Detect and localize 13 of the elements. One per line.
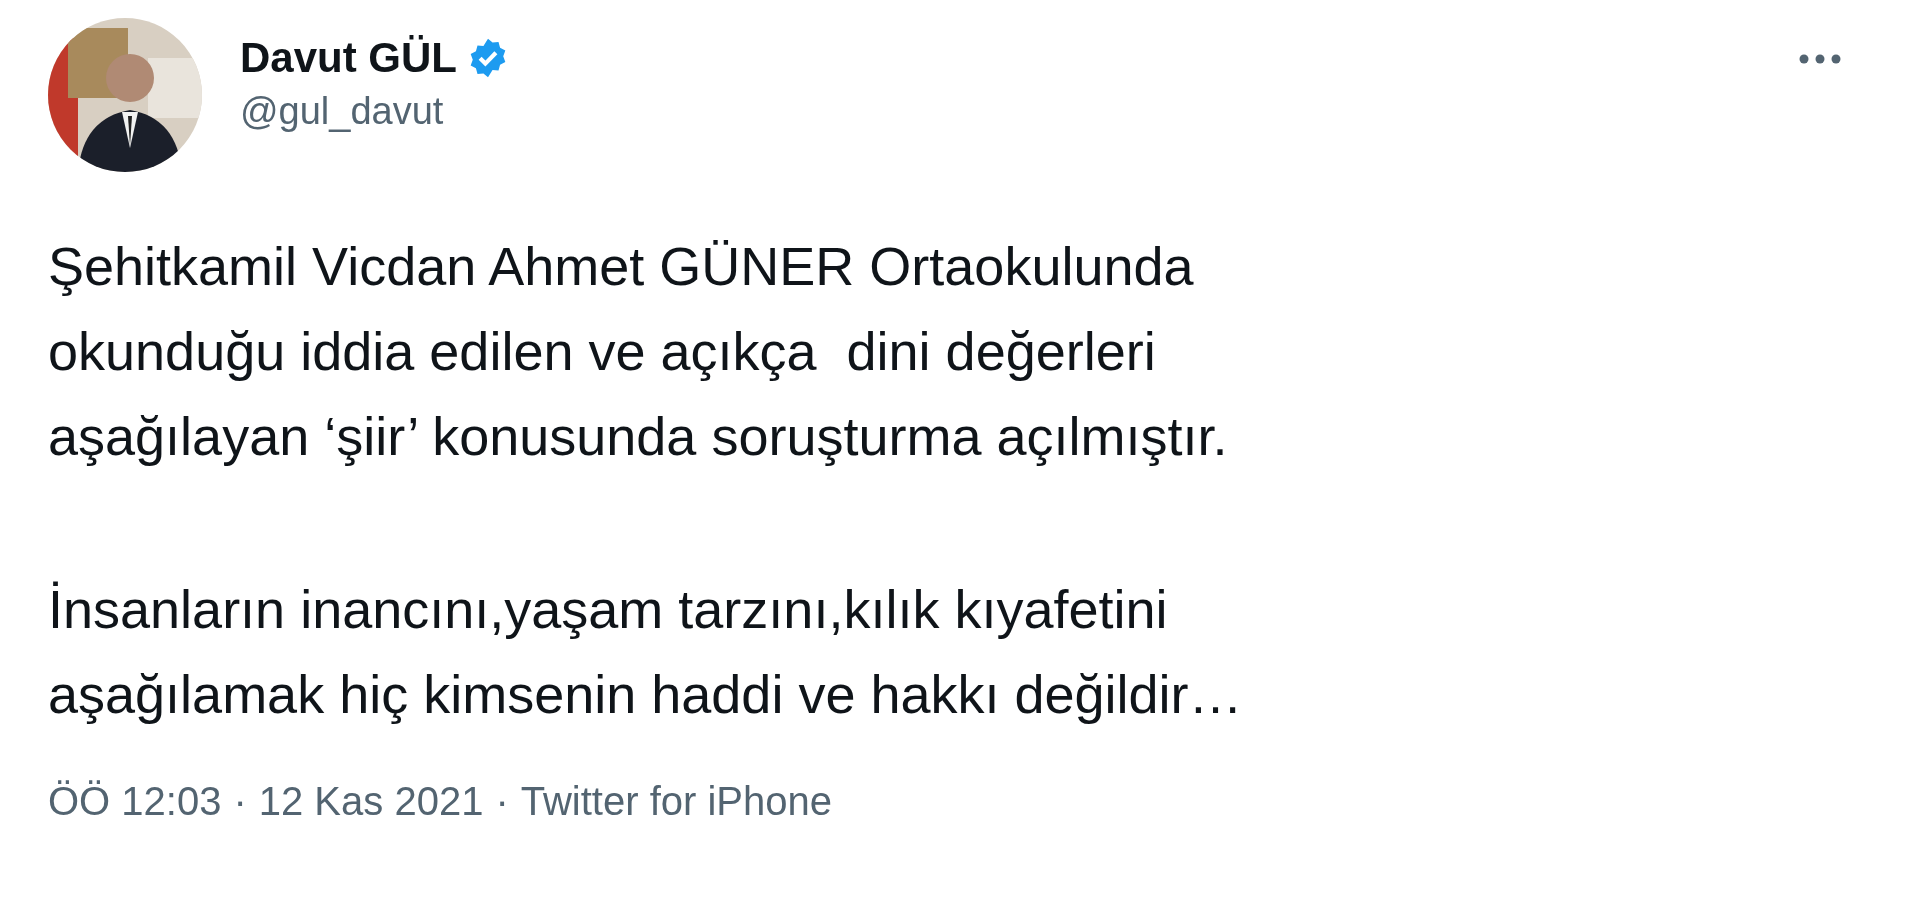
author-handle[interactable]: @gul_davut — [240, 90, 509, 133]
tweet-text-line: okunduğu iddia edilen ve açıkça dini değerleri — [48, 320, 1157, 383]
tweet-source[interactable]: Twitter for iPhone — [520, 779, 832, 824]
separator: · — [495, 779, 509, 824]
tweet-date[interactable]: 12 Kas 2021 — [258, 779, 484, 824]
tweet-text-line: Şehitkamil Vicdan Ahmet GÜNER Ortaokulunda — [48, 235, 1195, 298]
author-name[interactable]: Davut GÜL — [240, 34, 457, 82]
more-options-icon[interactable] — [1797, 52, 1843, 66]
tweet-text-line: aşağılamak hiç kimsenin haddi ve hakkı değildir… — [48, 663, 1244, 726]
tweet-text-line: İnsanların inancını,yaşam tarzını,kılık kıyafetini — [48, 578, 1169, 641]
separator: · — [233, 779, 247, 824]
tweet-text-line: aşağılayan ‘şiir’ konusunda soruşturma açılmıştır. — [48, 405, 1229, 468]
tweet-time[interactable]: ÖÖ 12:03 — [48, 779, 222, 824]
